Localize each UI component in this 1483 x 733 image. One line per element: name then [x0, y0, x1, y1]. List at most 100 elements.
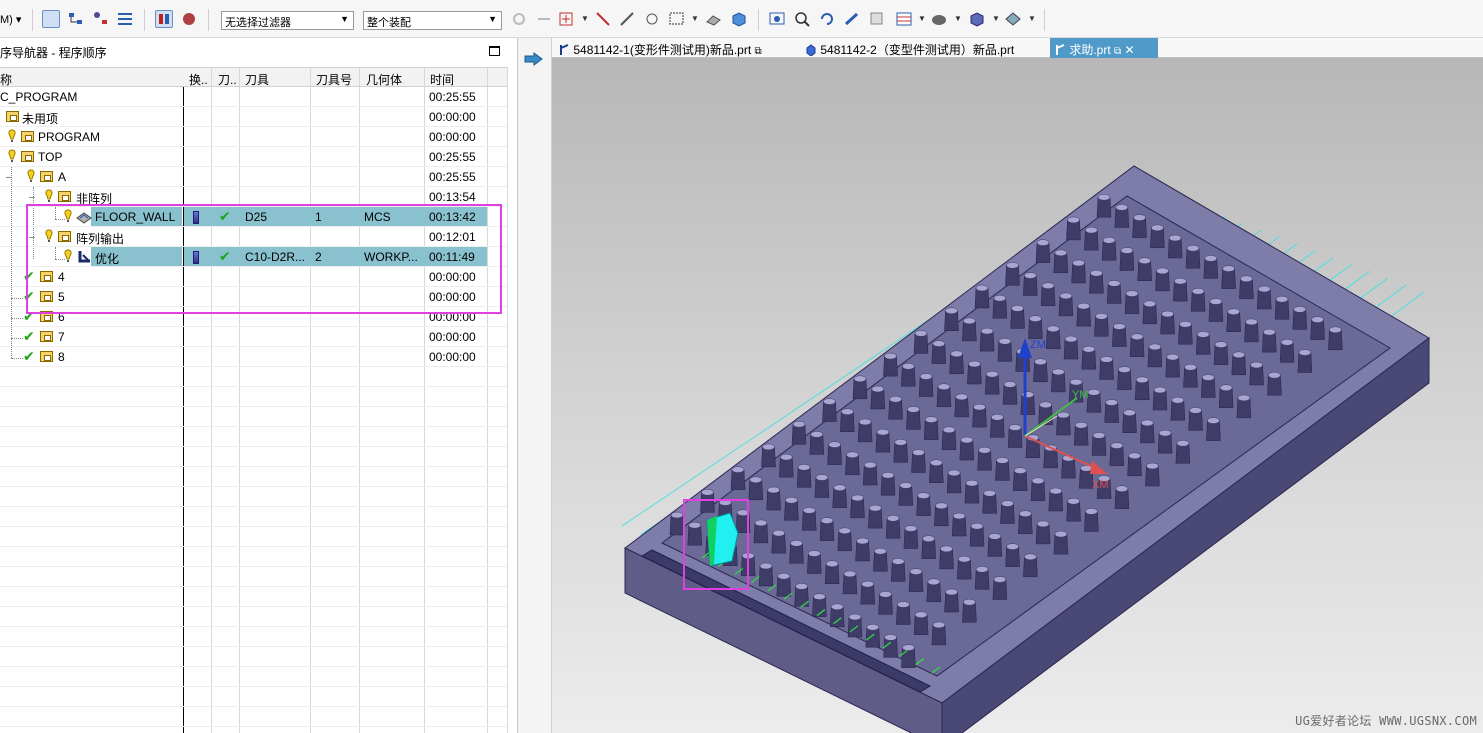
- boss: [1066, 216, 1081, 241]
- modified-icon: ⧉: [754, 46, 762, 57]
- endpoint-icon[interactable]: [594, 10, 612, 28]
- boss: [1167, 234, 1183, 259]
- tree-row-unused[interactable]: 未用项 00:00:00: [0, 107, 507, 127]
- axis-y-label: YM: [1072, 389, 1089, 401]
- boss: [1007, 424, 1023, 448]
- chevron-down-icon[interactable]: ▼: [918, 14, 926, 23]
- boss: [941, 426, 957, 451]
- column-header-swap[interactable]: 换..: [189, 71, 208, 88]
- solid-icon[interactable]: [730, 10, 748, 28]
- empty-row: [0, 707, 507, 727]
- close-icon[interactable]: ✕: [1125, 43, 1135, 57]
- boss: [997, 338, 1013, 362]
- boss: [911, 449, 926, 473]
- panel-splitter[interactable]: [518, 38, 552, 733]
- point-snap-icon[interactable]: [558, 10, 576, 28]
- layer-icon[interactable]: [895, 10, 913, 28]
- empty-row: [0, 547, 507, 567]
- edit-section-icon[interactable]: [1004, 10, 1022, 28]
- tree-row-8[interactable]: ✔ 8 00:00:00: [0, 347, 507, 367]
- chevron-down-icon[interactable]: ▼: [992, 14, 1000, 23]
- tree-row-nc-program[interactable]: C_PROGRAM 00:25:55: [0, 87, 507, 107]
- collapse-icon[interactable]: –: [29, 192, 35, 203]
- boss: [1218, 384, 1234, 408]
- boss: [1165, 353, 1180, 378]
- boss: [796, 464, 812, 488]
- column-header-path[interactable]: 刀..: [218, 71, 237, 88]
- boss: [903, 525, 919, 549]
- maximize-icon[interactable]: [489, 46, 500, 56]
- eraser-icon[interactable]: [705, 10, 723, 28]
- operations-icon[interactable]: [180, 10, 198, 28]
- row-name: 8: [58, 350, 65, 364]
- highlight-box: [26, 204, 502, 314]
- program-order-view-icon[interactable]: [42, 10, 60, 28]
- link-icon[interactable]: [535, 10, 553, 28]
- tree-row-a[interactable]: – A 00:25:55: [0, 167, 507, 187]
- intersection-icon[interactable]: [643, 10, 661, 28]
- assembly-scope-select[interactable]: 整个装配 ▼: [363, 11, 502, 30]
- tab-part-1[interactable]: 5481142-1(变形件测试用)新品.prt ⧉: [558, 38, 794, 58]
- boss: [1132, 214, 1147, 238]
- rotate-icon[interactable]: [818, 10, 836, 28]
- boss: [1256, 285, 1272, 310]
- collapse-icon[interactable]: –: [6, 172, 12, 183]
- machine-tool-view-icon[interactable]: [67, 10, 85, 28]
- tree-row-program[interactable]: PROGRAM 00:00:00: [0, 127, 507, 147]
- pan-icon[interactable]: [843, 10, 861, 28]
- boss: [962, 598, 977, 623]
- boss: [1023, 272, 1038, 296]
- axis-z-label: ZM: [1030, 339, 1046, 351]
- geometry-view-icon[interactable]: [92, 10, 110, 28]
- selection-filter-select[interactable]: 无选择过滤器 ▼: [221, 11, 354, 30]
- column-header-tool[interactable]: 刀具: [245, 71, 269, 88]
- boss: [1101, 237, 1117, 261]
- layout-icon[interactable]: [155, 10, 173, 28]
- menu-fragment[interactable]: M) ▾: [0, 13, 21, 26]
- boss: [1117, 366, 1132, 390]
- column-header-tool-number[interactable]: 刀具号: [316, 71, 352, 88]
- navigator-header: 称 换.. 刀.. 刀具 刀具号 几何体 时间: [0, 67, 507, 87]
- tree-row-top[interactable]: TOP 00:25:55: [0, 147, 507, 167]
- chevron-down-icon[interactable]: ▼: [691, 14, 699, 23]
- watermark: UG爱好者论坛 WWW.UGSNX.COM: [1295, 714, 1477, 728]
- program-group-icon: [40, 331, 53, 342]
- empty-row: [0, 587, 507, 607]
- render-style-icon[interactable]: [930, 10, 948, 28]
- midpoint-icon[interactable]: [618, 10, 636, 28]
- tab-part-2[interactable]: 5481142-2（变型件测试用）新品.prt: [805, 38, 1045, 58]
- chevron-down-icon: ▼: [488, 14, 497, 24]
- boss: [888, 395, 903, 420]
- column-divider: [507, 67, 508, 733]
- boss: [855, 537, 870, 562]
- boss: [1086, 389, 1102, 413]
- fit-view-icon[interactable]: [768, 10, 786, 28]
- display-icon[interactable]: [868, 10, 886, 28]
- program-group-icon: [40, 171, 53, 182]
- zoom-icon[interactable]: [793, 10, 811, 28]
- row-name: TOP: [38, 150, 63, 164]
- boss: [1012, 467, 1028, 491]
- boss: [921, 535, 936, 559]
- tab-help-part[interactable]: 求助.prt ⧉ ✕: [1050, 38, 1158, 58]
- graphics-viewport[interactable]: ZM XM YM UG爱好者论坛 WWW.UGSNX.COM: [552, 58, 1483, 733]
- tab-label: 5481142-1(变形件测试用)新品.prt: [573, 43, 752, 57]
- boss: [1262, 328, 1277, 353]
- chevron-down-icon[interactable]: ▼: [1028, 14, 1036, 23]
- method-view-icon[interactable]: [116, 10, 134, 28]
- snap-icon[interactable]: [510, 10, 528, 28]
- expand-arrow-icon[interactable]: [524, 52, 544, 66]
- boss: [1000, 500, 1015, 524]
- boss: [987, 533, 1003, 557]
- boss: [1051, 368, 1066, 393]
- boss: [1173, 277, 1188, 302]
- column-header-geometry[interactable]: 几何体: [366, 71, 402, 88]
- orient-view-icon[interactable]: [968, 10, 986, 28]
- column-header-name[interactable]: 称: [0, 71, 12, 88]
- column-header-time[interactable]: 时间: [430, 71, 454, 88]
- box-select-icon[interactable]: [668, 10, 686, 28]
- boss: [1114, 204, 1130, 228]
- tree-row-7[interactable]: ✔ 7 00:00:00: [0, 327, 507, 347]
- chevron-down-icon[interactable]: ▼: [954, 14, 962, 23]
- chevron-down-icon[interactable]: ▼: [581, 14, 589, 23]
